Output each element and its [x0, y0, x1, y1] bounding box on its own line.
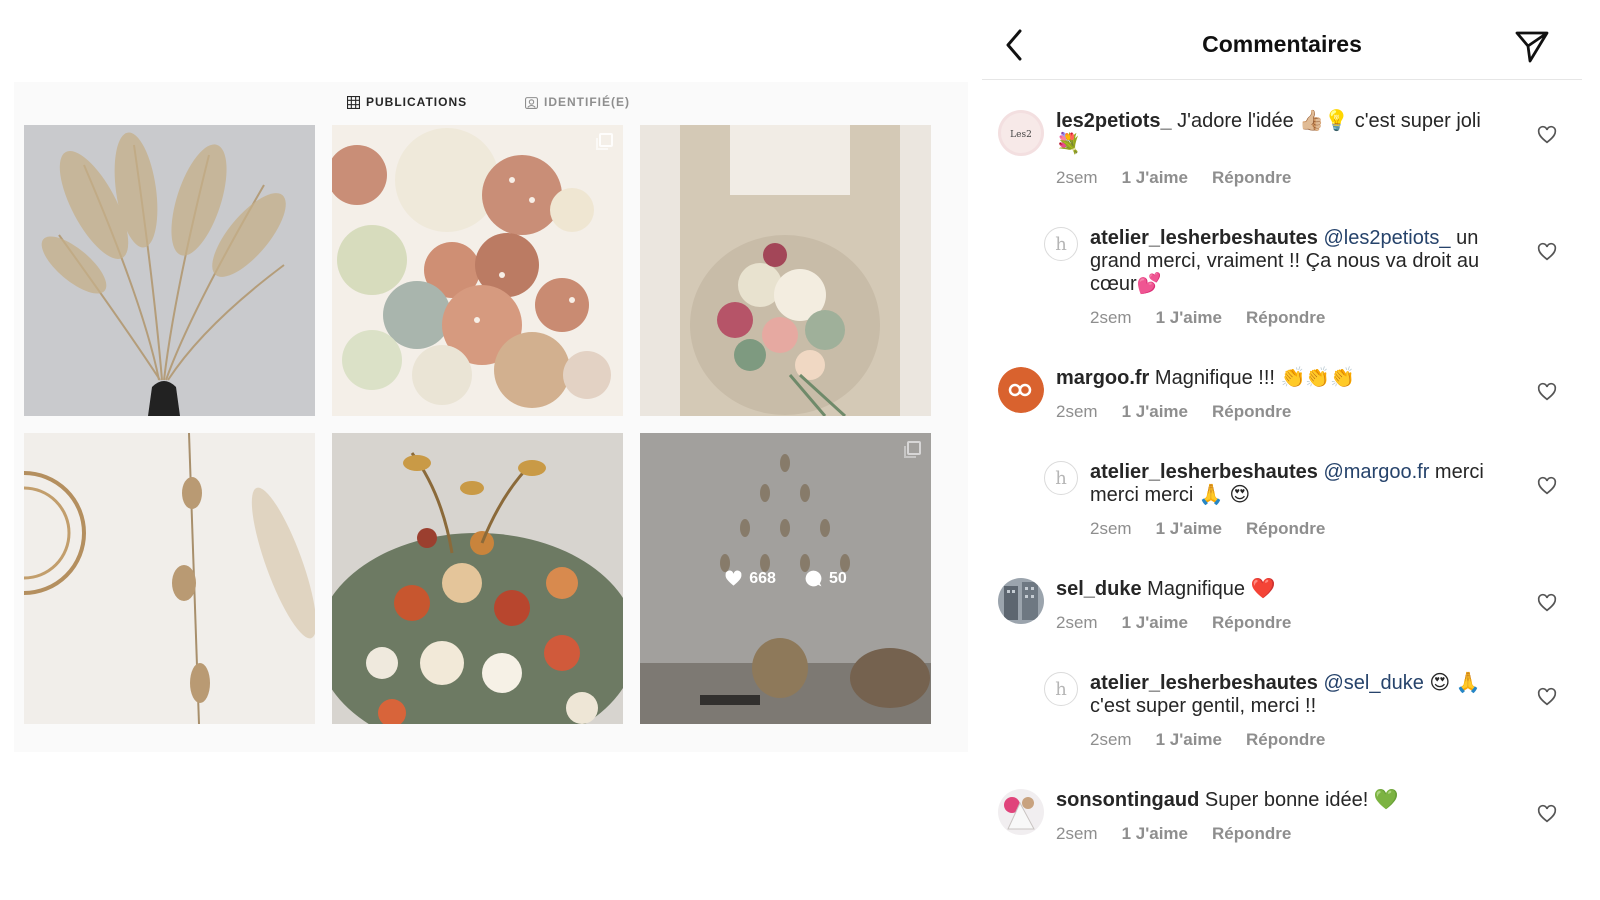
reply-button[interactable]: Répondre [1212, 400, 1291, 423]
heart-icon[interactable] [1536, 803, 1558, 825]
heart-icon[interactable] [1536, 475, 1558, 497]
comment-body: les2petiots_ J'adore l'idée 👍🏼💡 c'est su… [1056, 110, 1496, 189]
post-image-balloons [332, 125, 623, 416]
comment-meta: 2sem 1 J'aime Répondre [1056, 611, 1496, 634]
reply-button[interactable]: Répondre [1246, 517, 1325, 540]
comment-username[interactable]: sonsontingaud [1056, 789, 1199, 811]
comment-body: margoo.fr Magnifique !!! 👏👏👏 2sem 1 J'ai… [1056, 367, 1496, 423]
post-hover-overlay: 668 50 [640, 433, 931, 724]
comment-time: 2sem [1090, 519, 1132, 538]
reply-button[interactable]: Répondre [1246, 306, 1325, 329]
profile-tabs: PUBLICATIONS IDENTIFIÉ(E) [14, 82, 968, 122]
comments-header: Commentaires [982, 0, 1582, 80]
post-thumbnail[interactable] [640, 125, 931, 416]
reply-button[interactable]: Répondre [1246, 728, 1325, 751]
comments-stat: 50 [804, 569, 847, 588]
comment-username[interactable]: sel_duke [1056, 578, 1142, 600]
comment-time: 2sem [1056, 168, 1098, 187]
comments-count: 50 [828, 569, 847, 587]
send-icon[interactable] [1514, 29, 1550, 65]
heart-icon[interactable] [1536, 124, 1558, 146]
avatar[interactable] [998, 578, 1044, 624]
comment-mention[interactable]: @margoo.fr [1323, 461, 1429, 483]
comment-username[interactable]: atelier_lesherbeshautes [1090, 227, 1318, 249]
comment-meta: 2sem 1 J'aime Répondre [1056, 166, 1496, 189]
comment-body: atelier_lesherbeshautes @margoo.fr merci… [1090, 461, 1490, 540]
comment-meta: 2sem 1 J'aime Répondre [1090, 517, 1490, 540]
tab-tagged[interactable]: IDENTIFIÉ(E) [525, 94, 630, 110]
comment-likes[interactable]: 1 J'aime [1122, 611, 1188, 634]
heart-icon[interactable] [1536, 241, 1558, 263]
comment-likes[interactable]: 1 J'aime [1156, 728, 1222, 751]
comments-panel: Commentaires Les2 les2petiots_ J'adore l… [982, 0, 1582, 900]
comment-text: Magnifique ❤️ [1147, 578, 1276, 600]
post-thumbnail[interactable] [24, 125, 315, 416]
avatar[interactable] [998, 789, 1044, 835]
comment-likes[interactable]: 1 J'aime [1122, 166, 1188, 189]
post-thumbnail-hovered[interactable]: 668 50 [640, 433, 931, 724]
likes-stat: 668 [724, 569, 776, 588]
comment-username[interactable]: atelier_lesherbeshautes [1090, 461, 1318, 483]
reply-button[interactable]: Répondre [1212, 166, 1291, 189]
comment-likes[interactable]: 1 J'aime [1122, 400, 1188, 423]
post-thumbnail[interactable] [332, 125, 623, 416]
multi-photo-icon [596, 133, 613, 150]
post-image-pampas [24, 125, 315, 416]
post-image-autumn-flowers [332, 433, 623, 724]
comment-body: atelier_lesherbeshautes @sel_duke 😍 🙏 c'… [1090, 672, 1490, 751]
comment-likes[interactable]: 1 J'aime [1156, 306, 1222, 329]
comment-username[interactable]: atelier_lesherbeshautes [1090, 672, 1318, 694]
comment-username[interactable]: les2petiots_ [1056, 110, 1172, 132]
avatar[interactable]: h [1044, 227, 1078, 261]
page-title: Commentaires [1202, 31, 1362, 57]
avatar[interactable]: h [1044, 672, 1078, 706]
reply-button[interactable]: Répondre [1212, 822, 1291, 845]
comment-time: 2sem [1056, 402, 1098, 421]
post-image-bouquet [640, 125, 931, 416]
comment-body: atelier_lesherbeshautes @les2petiots_ un… [1090, 227, 1490, 329]
comment-username[interactable]: margoo.fr [1056, 367, 1149, 389]
post-thumbnail[interactable] [332, 433, 623, 724]
comment-likes[interactable]: 1 J'aime [1122, 822, 1188, 845]
avatar[interactable]: h [1044, 461, 1078, 495]
likes-count: 668 [749, 569, 776, 587]
comment-likes[interactable]: 1 J'aime [1156, 517, 1222, 540]
tab-tagged-label: IDENTIFIÉ(E) [544, 95, 630, 109]
heart-icon[interactable] [1536, 686, 1558, 708]
avatar[interactable] [998, 367, 1044, 413]
tab-publications-label: PUBLICATIONS [366, 95, 468, 109]
profile-grid-panel: PUBLICATIONS IDENTIFIÉ(E) 668 50 [14, 82, 968, 752]
comment-text: Super bonne idée! 💚 [1204, 789, 1399, 811]
comment-body: sonsontingaud Super bonne idée! 💚 2sem 1… [1056, 789, 1496, 845]
reply-button[interactable]: Répondre [1212, 611, 1291, 634]
comment-time: 2sem [1090, 730, 1132, 749]
comment-time: 2sem [1056, 613, 1098, 632]
comment-mention[interactable]: @les2petiots_ [1323, 227, 1450, 249]
tab-publications[interactable]: PUBLICATIONS [347, 94, 467, 110]
svg-text:Les2: Les2 [1010, 130, 1032, 140]
tag-icon [525, 96, 538, 109]
heart-icon[interactable] [1536, 381, 1558, 403]
grid-icon [347, 95, 360, 109]
post-image-garland [24, 433, 315, 724]
comment-body: sel_duke Magnifique ❤️ 2sem 1 J'aime Rép… [1056, 578, 1496, 634]
comment-meta: 2sem 1 J'aime Répondre [1056, 822, 1496, 845]
heart-icon [725, 570, 742, 586]
comment-meta: 2sem 1 J'aime Répondre [1056, 400, 1496, 423]
comment-meta: 2sem 1 J'aime Répondre [1090, 728, 1490, 751]
heart-icon[interactable] [1536, 592, 1558, 614]
comment-time: 2sem [1090, 308, 1132, 327]
avatar[interactable]: Les2 [998, 110, 1044, 156]
comment-time: 2sem [1056, 824, 1098, 843]
comment-bubble-icon [805, 570, 822, 587]
comment-mention[interactable]: @sel_duke [1323, 672, 1423, 694]
comment-text: Magnifique !!! 👏👏👏 [1154, 367, 1356, 389]
post-thumbnail[interactable] [24, 433, 315, 724]
comment-meta: 2sem 1 J'aime Répondre [1090, 306, 1490, 329]
